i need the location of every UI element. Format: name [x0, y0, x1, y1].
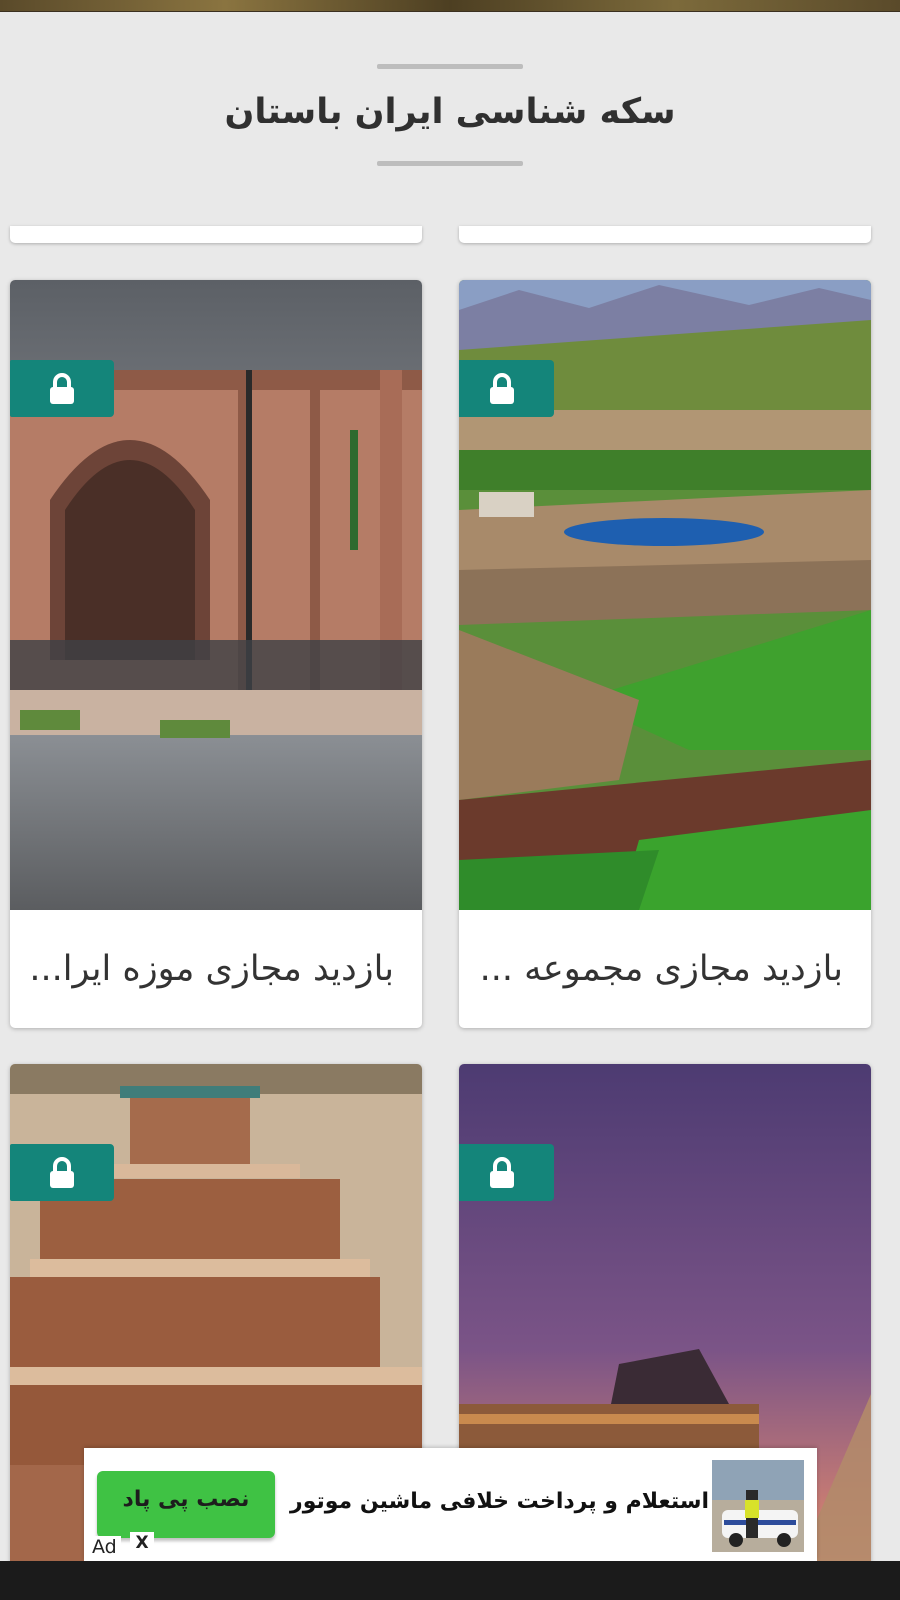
ad-close-button[interactable]: X: [130, 1532, 154, 1554]
ad-banner[interactable]: نصب پی پاد استعلام و پرداخت خلافی ماشین …: [84, 1448, 817, 1561]
card-caption: بازدید مجازی مجموعه ...: [479, 949, 843, 989]
lock-badge[interactable]: [10, 1144, 114, 1201]
ad-install-button[interactable]: نصب پی پاد: [97, 1471, 275, 1538]
card-stub-left[interactable]: [10, 226, 422, 243]
system-navigation-bar: [0, 1561, 900, 1600]
page-title: سکه شناسی ایران باستان: [224, 92, 676, 132]
lock-badge[interactable]: [10, 360, 114, 417]
card-museum[interactable]: بازدید مجازی موزه ایرا...: [10, 280, 422, 1028]
title-rule-bottom: [377, 161, 523, 166]
card-caption: بازدید مجازی موزه ایرا...: [29, 949, 394, 989]
card-stub-right[interactable]: [459, 226, 871, 243]
lock-icon: [50, 372, 74, 404]
lock-badge[interactable]: [459, 360, 554, 417]
top-image-strip: [0, 0, 900, 12]
title-rule-top: [377, 64, 523, 69]
lock-icon: [490, 1156, 514, 1188]
ad-label: Ad: [88, 1536, 121, 1558]
lock-icon: [490, 372, 514, 404]
card-ensemble[interactable]: بازدید مجازی مجموعه ...: [459, 280, 871, 1028]
lock-icon: [50, 1156, 74, 1188]
ad-thumbnail-image[interactable]: [712, 1460, 804, 1552]
lock-badge[interactable]: [459, 1144, 554, 1201]
ad-text[interactable]: استعلام و پرداخت خلافی ماشین موتور: [284, 1478, 709, 1526]
